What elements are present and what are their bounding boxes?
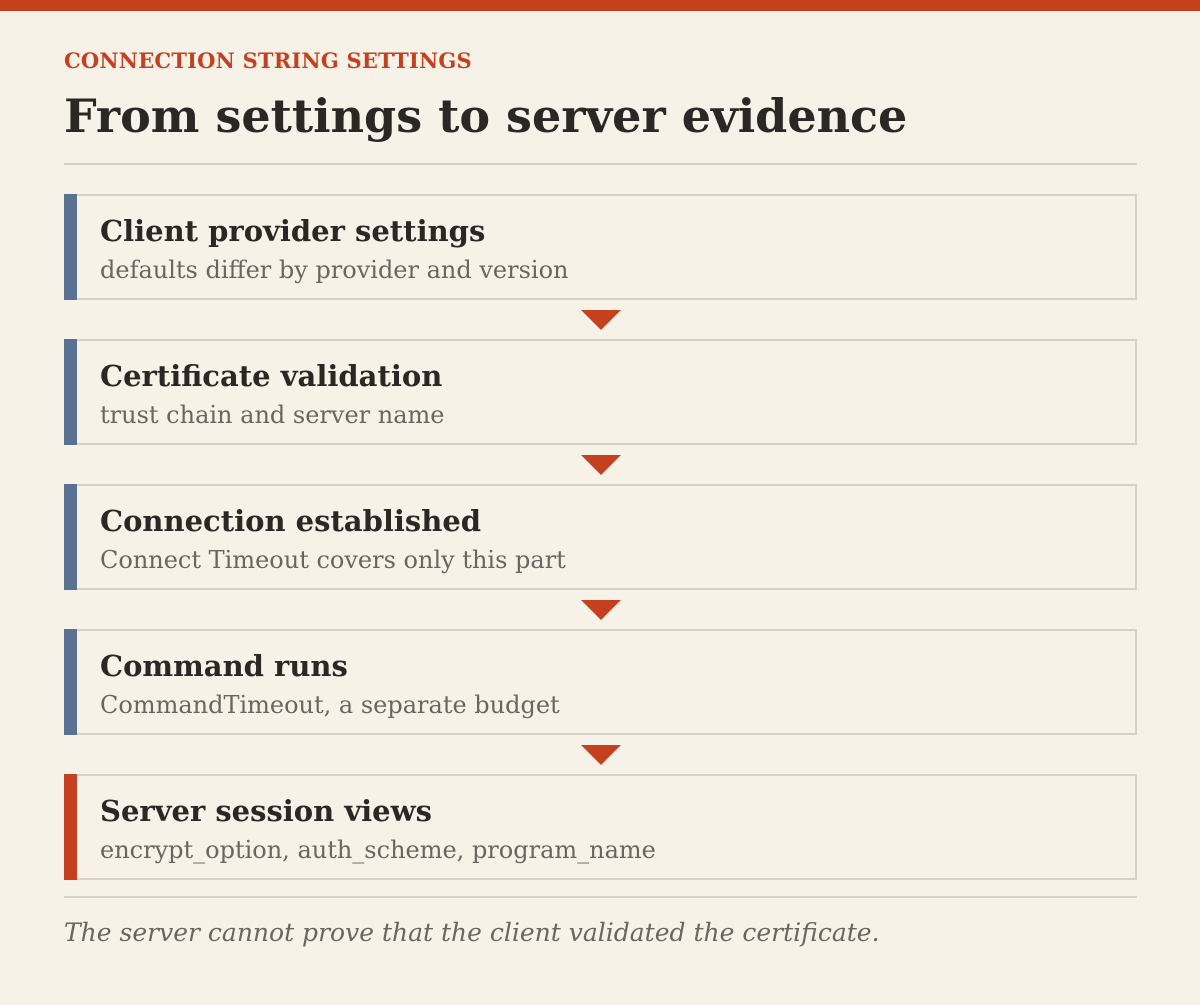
step-accent-bar bbox=[64, 484, 77, 590]
flow-arrow-down-icon bbox=[581, 310, 621, 330]
flow-step-command-runs: Command runs CommandTimeout, a separate … bbox=[64, 629, 1137, 735]
step-accent-bar bbox=[64, 194, 77, 300]
step-label: Command runs bbox=[100, 649, 348, 683]
footnote-caption: The server cannot prove that the client … bbox=[64, 918, 880, 947]
divider-top bbox=[64, 163, 1137, 165]
flow-step-certificate-validation: Certificate validation trust chain and s… bbox=[64, 339, 1137, 445]
step-label: Certificate validation bbox=[100, 359, 443, 393]
step-description: encrypt_option, auth_scheme, program_nam… bbox=[100, 836, 656, 864]
flow-arrow-down-icon bbox=[581, 600, 621, 620]
flow-arrow-down-icon bbox=[581, 745, 621, 765]
section-eyebrow: CONNECTION STRING SETTINGS bbox=[64, 48, 472, 73]
flow-step-server-session-views: Server session views encrypt_option, aut… bbox=[64, 774, 1137, 880]
step-description: CommandTimeout, a separate budget bbox=[100, 691, 560, 719]
step-label: Server session views bbox=[100, 794, 432, 828]
step-description: Connect Timeout covers only this part bbox=[100, 546, 566, 574]
flow-arrow-down-icon bbox=[581, 455, 621, 475]
step-label: Connection established bbox=[100, 504, 482, 538]
step-description: defaults differ by provider and version bbox=[100, 256, 569, 284]
flow-step-connection-established: Connection established Connect Timeout c… bbox=[64, 484, 1137, 590]
top-accent-bar bbox=[0, 0, 1200, 11]
step-accent-bar bbox=[64, 629, 77, 735]
step-label: Client provider settings bbox=[100, 214, 486, 248]
divider-bottom bbox=[64, 896, 1137, 898]
flow-step-client-provider-settings: Client provider settings defaults differ… bbox=[64, 194, 1137, 300]
page-title: From settings to server evidence bbox=[64, 89, 908, 143]
step-accent-bar bbox=[64, 339, 77, 445]
step-accent-bar-highlight bbox=[64, 774, 77, 880]
step-description: trust chain and server name bbox=[100, 401, 445, 429]
